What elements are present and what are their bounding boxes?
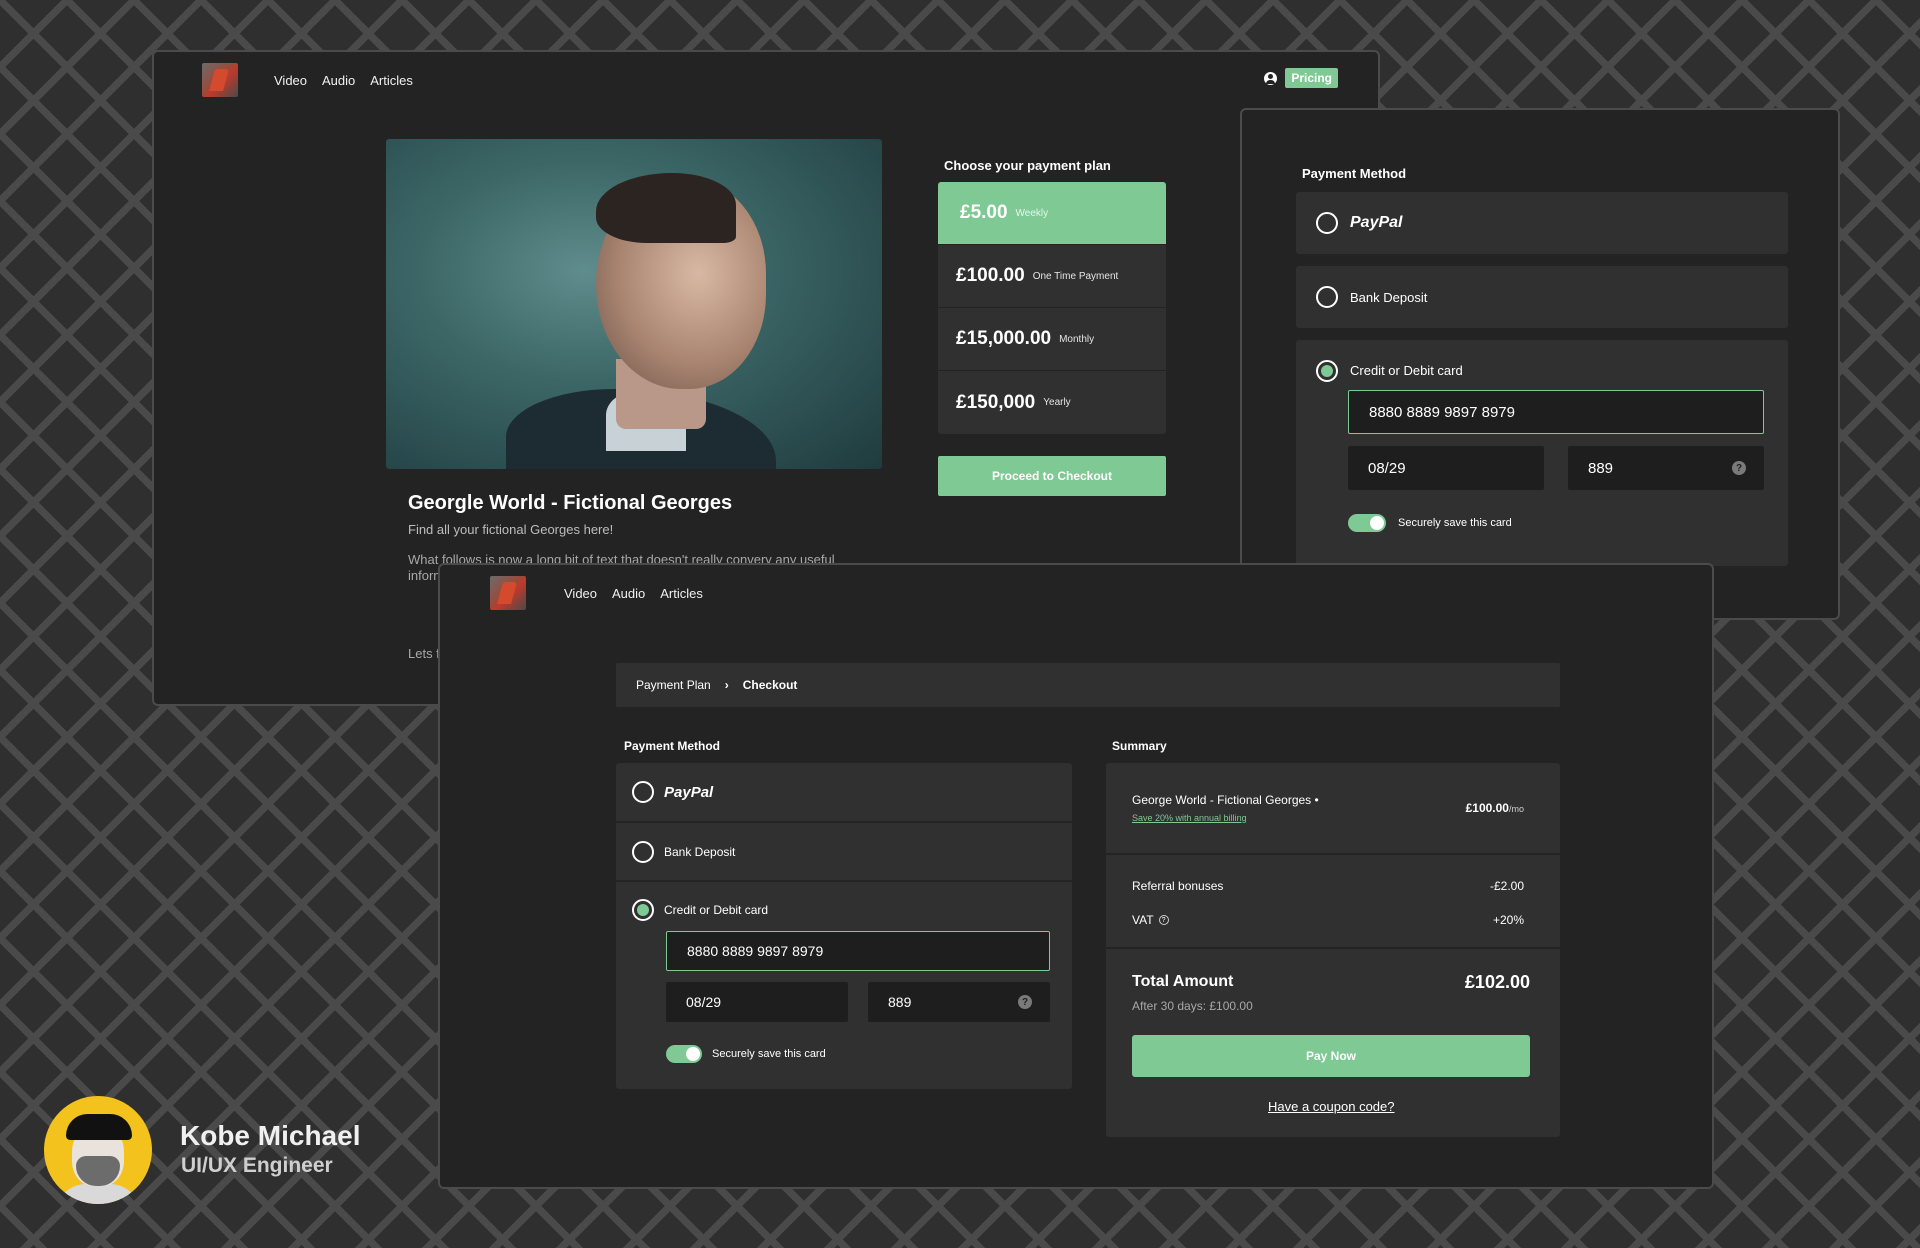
paypal-logo: PayPal xyxy=(1350,214,1403,231)
divider xyxy=(1106,947,1560,949)
bank-radio[interactable] xyxy=(632,841,654,863)
after-note: After 30 days: £100.00 xyxy=(1132,999,1253,1013)
save-card-label: Securely save this card xyxy=(1398,517,1512,529)
vat-value: +20% xyxy=(1492,913,1524,927)
article-title: Georgle World - Fictional Georges xyxy=(408,492,733,514)
vat-row: VAT ? xyxy=(1132,913,1169,927)
nav-audio[interactable]: Audio xyxy=(322,73,355,88)
card-radio[interactable] xyxy=(1316,360,1338,382)
site-logo[interactable] xyxy=(202,63,238,97)
bank-label: Bank Deposit xyxy=(1350,289,1428,305)
plan-price: £100.00 xyxy=(956,265,1025,286)
vat-label: VAT xyxy=(1132,913,1154,927)
payment-method-title: Payment Method xyxy=(1302,166,1407,181)
article-subtitle: Find all your fictional Georges here! xyxy=(408,522,614,537)
expiry-input[interactable]: 08/29 xyxy=(1348,446,1544,490)
plan-price: £5.00 xyxy=(960,202,1008,223)
plan-period: Monthly xyxy=(1059,333,1095,345)
site-logo[interactable] xyxy=(490,576,526,610)
plan-list: £5.00 Weekly £100.00 One Time Payment £1… xyxy=(938,182,1166,434)
card-label: Credit or Debit card xyxy=(1350,363,1463,378)
help-icon[interactable]: ? xyxy=(1732,461,1746,475)
plan-yearly[interactable]: £150,000 Yearly xyxy=(938,371,1166,434)
option-bank-deposit[interactable]: Bank Deposit xyxy=(616,823,1072,881)
card-number-input[interactable]: 8880 8889 9897 8979 xyxy=(666,931,1050,971)
plan-heading: Choose your payment plan xyxy=(944,158,1111,173)
user-icon[interactable] xyxy=(1264,71,1278,85)
save-card-label: Securely save this card xyxy=(712,1048,826,1060)
summary-title: Summary xyxy=(1112,739,1167,753)
total-label: Total Amount xyxy=(1132,973,1234,990)
top-nav: Video Audio Articles xyxy=(202,60,428,100)
account-area: Pricing xyxy=(1264,68,1338,88)
cvc-value: 889 xyxy=(888,994,912,1010)
payment-method-window: Payment Method PayPal Bank Deposit Credi… xyxy=(1240,108,1840,620)
option-card[interactable]: Credit or Debit card xyxy=(616,882,1072,938)
product-name: George World - Fictional Georges • xyxy=(1132,793,1319,807)
card-label: Credit or Debit card xyxy=(664,903,769,917)
divider xyxy=(1106,853,1560,855)
plan-period: Yearly xyxy=(1043,397,1071,408)
cvc-value: 889 xyxy=(1588,459,1614,477)
nav-articles[interactable]: Articles xyxy=(660,586,703,601)
checkout-window: Video Audio Articles Payment Plan › Chec… xyxy=(438,563,1714,1189)
option-paypal[interactable]: PayPal xyxy=(616,763,1072,821)
save-card-toggle[interactable] xyxy=(1348,514,1386,532)
top-nav: Video Audio Articles xyxy=(490,573,718,613)
plan-price: £15,000.00 xyxy=(956,328,1052,349)
bank-label: Bank Deposit xyxy=(664,845,736,859)
cvc-input[interactable]: 889 ? xyxy=(868,982,1050,1022)
plan-monthly[interactable]: £15,000.00 Monthly xyxy=(938,308,1166,371)
paypal-radio[interactable] xyxy=(632,781,654,803)
pricing-button[interactable]: Pricing xyxy=(1285,68,1338,88)
plan-price: £150,000 xyxy=(956,391,1036,413)
annual-billing-link[interactable]: Save 20% with annual billing xyxy=(1132,813,1247,823)
author-role: UI/UX Engineer xyxy=(181,1154,333,1177)
avatar-shirt xyxy=(56,1184,140,1204)
breadcrumb: Payment Plan › Checkout xyxy=(616,663,1560,707)
breadcrumb-current: Checkout xyxy=(742,678,798,692)
info-icon[interactable]: ? xyxy=(1158,915,1169,925)
hero-photo xyxy=(386,139,882,469)
card-number-input[interactable]: 8880 8889 9897 8979 xyxy=(1348,390,1764,434)
avatar-cap xyxy=(66,1114,132,1140)
product-price: £100.00/mo xyxy=(1466,801,1524,815)
author-name: Kobe Michael xyxy=(180,1120,361,1151)
paypal-logo: PayPal xyxy=(664,783,714,801)
option-bank-deposit[interactable]: Bank Deposit xyxy=(1296,266,1788,328)
cvc-input[interactable]: 889 ? xyxy=(1568,446,1764,490)
plan-one-time[interactable]: £100.00 One Time Payment xyxy=(938,245,1166,308)
article-closing: Lets f xyxy=(408,646,440,661)
option-paypal[interactable]: PayPal xyxy=(1296,192,1788,254)
nav-articles[interactable]: Articles xyxy=(370,73,413,88)
product-price-unit: /mo xyxy=(1508,804,1524,814)
card-radio[interactable] xyxy=(632,899,654,921)
payment-method-title: Payment Method xyxy=(624,739,721,753)
save-card-toggle[interactable] xyxy=(666,1045,702,1063)
paypal-radio[interactable] xyxy=(1316,212,1338,234)
chevron-right-icon: › xyxy=(724,678,729,692)
help-icon[interactable]: ? xyxy=(1018,995,1032,1009)
referral-value: -£2.00 xyxy=(1489,879,1524,893)
total-value: £102.00 xyxy=(1464,972,1530,992)
referral-label: Referral bonuses xyxy=(1132,879,1224,893)
breadcrumb-payment-plan[interactable]: Payment Plan xyxy=(636,678,711,692)
proceed-checkout-button[interactable]: Proceed to Checkout xyxy=(938,456,1166,496)
avatar xyxy=(44,1096,152,1204)
coupon-link[interactable]: Have a coupon code? xyxy=(1268,1099,1394,1114)
product-price-value: £100.00 xyxy=(1465,801,1509,815)
nav-audio[interactable]: Audio xyxy=(612,586,645,601)
nav-video[interactable]: Video xyxy=(274,73,307,88)
bank-radio[interactable] xyxy=(1316,286,1338,308)
pay-now-button[interactable]: Pay Now xyxy=(1132,1035,1530,1077)
photo-hair xyxy=(596,173,736,243)
summary-panel: George World - Fictional Georges • Save … xyxy=(1106,763,1560,1137)
plan-period: One Time Payment xyxy=(1032,270,1119,282)
nav-video[interactable]: Video xyxy=(564,586,597,601)
expiry-input[interactable]: 08/29 xyxy=(666,982,848,1022)
plan-period: Weekly xyxy=(1015,207,1049,219)
plan-weekly[interactable]: £5.00 Weekly xyxy=(938,182,1166,245)
